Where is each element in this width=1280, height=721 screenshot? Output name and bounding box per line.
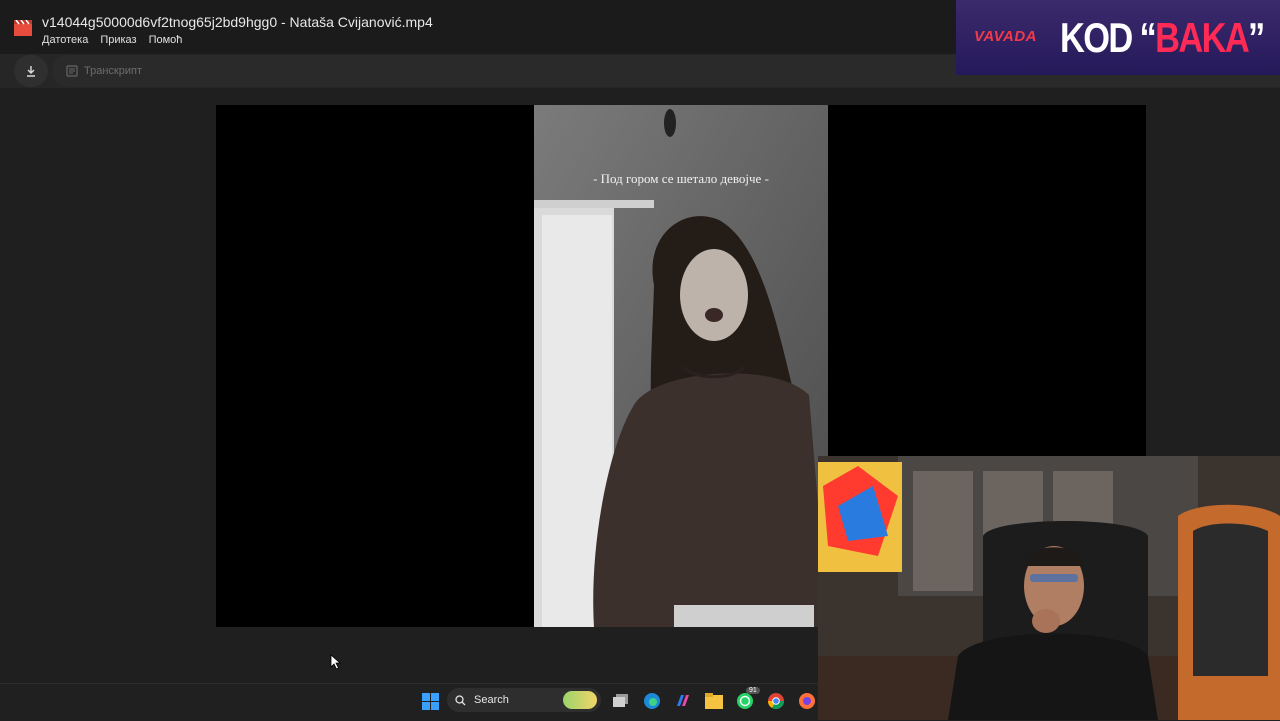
promo-code-text: KOD “BAKA” bbox=[1060, 14, 1265, 62]
firefox-icon bbox=[799, 693, 815, 709]
promo-code: BAKA bbox=[1155, 14, 1250, 61]
windows-start-icon bbox=[421, 692, 439, 710]
brand-logo: VAVADA bbox=[974, 28, 1037, 45]
transcript-label: Транскрипт bbox=[84, 65, 142, 77]
search-label: Search bbox=[474, 694, 509, 706]
chrome-icon bbox=[767, 693, 785, 710]
promo-suffix: ” bbox=[1248, 14, 1265, 61]
promo-prefix: KOD “ bbox=[1060, 14, 1157, 61]
title-bar: v14044g50000d6vf2tnog65j2bd9hgg0 - Nataš… bbox=[0, 0, 960, 54]
whatsapp-icon bbox=[737, 693, 753, 709]
whatsapp-badge: 91 bbox=[746, 687, 760, 694]
download-icon bbox=[27, 66, 35, 77]
video-caption: - Под гором се шетало девојче - bbox=[593, 171, 769, 186]
taskbar-search[interactable]: Search bbox=[447, 688, 601, 712]
windows-start-button[interactable] bbox=[418, 689, 442, 713]
search-highlight-icon bbox=[563, 691, 597, 709]
chrome-button[interactable] bbox=[764, 689, 788, 713]
window-title: v14044g50000d6vf2tnog65j2bd9hgg0 - Nataš… bbox=[42, 14, 433, 30]
webcam-overlay bbox=[818, 456, 1280, 720]
video-frame: - Под гором се шетало девојче - bbox=[534, 105, 828, 627]
file-explorer-button[interactable] bbox=[702, 689, 726, 713]
file-explorer-icon bbox=[705, 693, 723, 709]
task-view-button[interactable] bbox=[609, 689, 633, 713]
copilot-button[interactable] bbox=[671, 689, 695, 713]
edge-button[interactable] bbox=[640, 689, 664, 713]
task-view-icon bbox=[613, 694, 628, 707]
search-icon bbox=[455, 694, 466, 705]
menu-file[interactable]: Датотека bbox=[42, 34, 88, 46]
menu-help[interactable]: Помоћ bbox=[149, 34, 183, 46]
transcript-icon bbox=[66, 65, 78, 77]
video-file-icon bbox=[14, 20, 32, 36]
menu-view[interactable]: Приказ bbox=[100, 34, 136, 46]
mouse-cursor-icon bbox=[330, 654, 342, 670]
download-button[interactable] bbox=[14, 55, 48, 87]
promo-banner: VAVADA KOD “BAKA” bbox=[956, 0, 1280, 75]
copilot-icon bbox=[677, 695, 689, 706]
streamer-webcam-image bbox=[818, 456, 1280, 720]
edge-icon bbox=[644, 693, 660, 709]
firefox-button[interactable] bbox=[795, 689, 819, 713]
menu-bar: Датотека Приказ Помоћ bbox=[42, 34, 182, 46]
